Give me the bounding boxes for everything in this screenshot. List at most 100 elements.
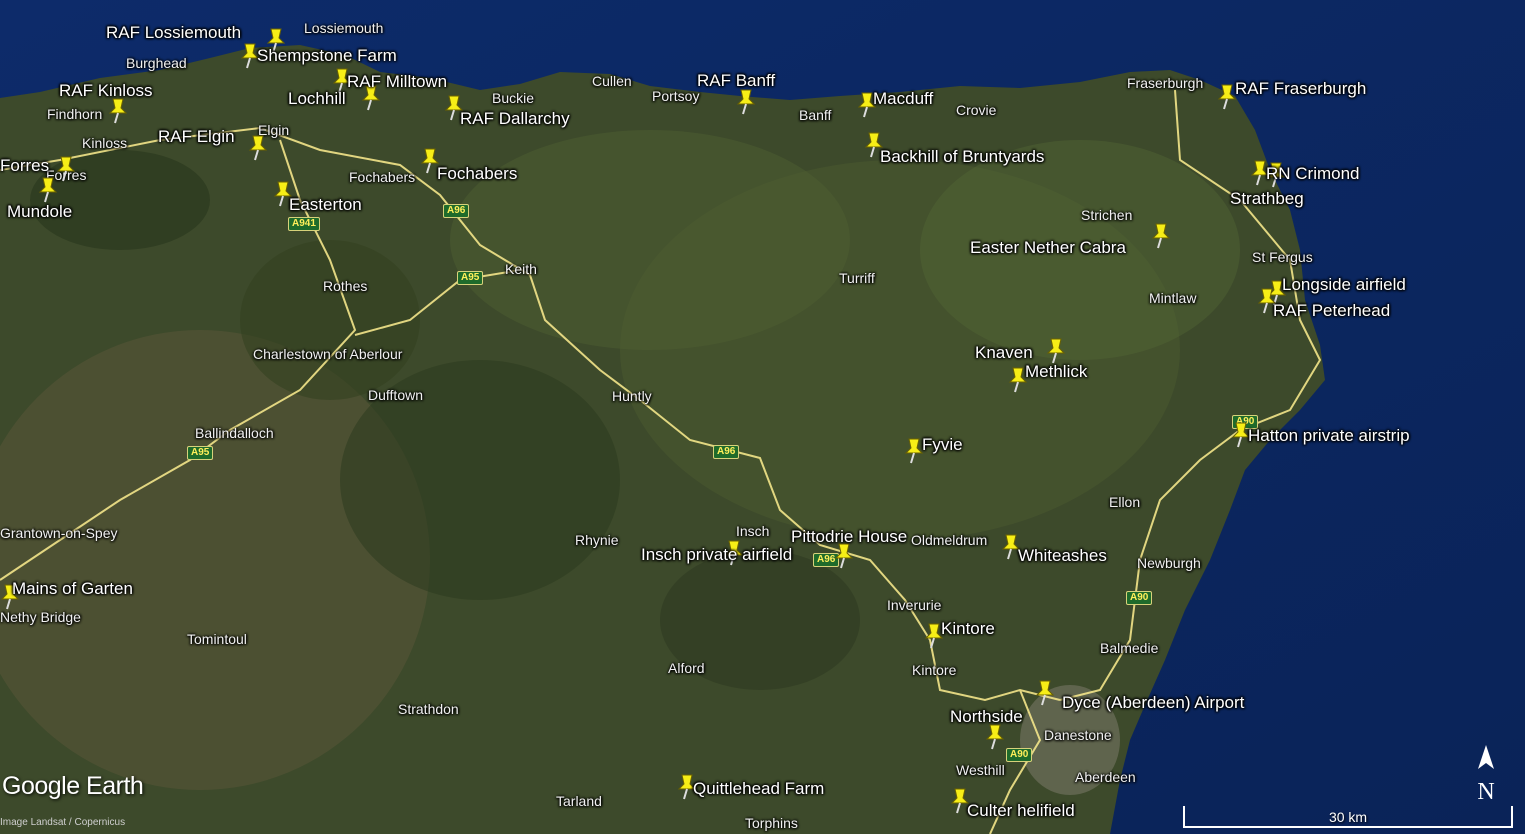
town-label: Cullen xyxy=(592,73,632,89)
north-arrow-icon: N xyxy=(1472,745,1500,805)
placemark-label[interactable]: RAF Lossiemouth xyxy=(106,24,241,41)
satellite-map[interactable] xyxy=(0,0,1525,834)
town-label: Grantown-on-Spey xyxy=(0,525,118,541)
placemark-label[interactable]: Mundole xyxy=(7,203,72,220)
town-label: Buckie xyxy=(492,90,535,106)
terrain-patch xyxy=(450,130,850,350)
placemark-label[interactable]: Easterton xyxy=(289,196,362,213)
town-label: Rhynie xyxy=(575,532,619,548)
town-label: Kintore xyxy=(912,662,957,678)
placemark-label[interactable]: Culter helifield xyxy=(967,802,1075,819)
imagery-credit: Image Landsat / Copernicus xyxy=(0,817,126,828)
town-label: Charlestown of Aberlour xyxy=(253,346,403,362)
pushpin-icon[interactable] xyxy=(108,98,128,124)
town-label: Strichen xyxy=(1081,207,1133,223)
scale-bar: 30 km xyxy=(1183,806,1513,828)
pushpin-icon[interactable] xyxy=(1217,84,1237,110)
town-label: Findhorn xyxy=(47,106,103,122)
town-label: Turriff xyxy=(839,270,875,286)
town-label: Aberdeen xyxy=(1075,769,1136,785)
mountain-patch xyxy=(240,240,420,400)
placemark-label[interactable]: Pittodrie House xyxy=(791,528,907,545)
placemark-label[interactable]: RAF Elgin xyxy=(158,128,235,145)
placemark-label[interactable]: Longside airfield xyxy=(1282,276,1406,293)
placemark-label[interactable]: RAF Kinloss xyxy=(59,82,153,99)
road-shield: A95 xyxy=(187,446,214,460)
town-label: Mintlaw xyxy=(1149,290,1197,306)
pushpin-icon[interactable] xyxy=(1046,338,1066,364)
placemark-label[interactable]: Dyce (Aberdeen) Airport xyxy=(1062,694,1244,711)
placemark-label[interactable]: RAF Fraserburgh xyxy=(1235,80,1366,97)
town-label: Inverurie xyxy=(887,597,942,613)
town-label: Rothes xyxy=(323,278,368,294)
placemark-label[interactable]: Forres xyxy=(0,157,49,174)
town-label: Dufftown xyxy=(368,387,423,403)
placemark-label[interactable]: Mains of Garten xyxy=(12,580,133,597)
placemark-label[interactable]: RAF Peterhead xyxy=(1273,302,1390,319)
placemark-label[interactable]: Methlick xyxy=(1025,363,1087,380)
scale-label: 30 km xyxy=(1328,809,1368,825)
pushpin-icon[interactable] xyxy=(56,156,76,182)
arrow-up-icon xyxy=(1478,745,1494,769)
town-label: St Fergus xyxy=(1252,249,1313,265)
placemark-label[interactable]: Macduff xyxy=(873,90,933,107)
town-label: Balmedie xyxy=(1100,640,1159,656)
placemark-label[interactable]: Backhill of Bruntyards xyxy=(880,148,1044,165)
pushpin-icon[interactable] xyxy=(1035,680,1055,706)
town-label: Fraserburgh xyxy=(1127,75,1204,91)
pushpin-icon[interactable] xyxy=(834,543,854,569)
road-shield: A90 xyxy=(1006,748,1033,762)
town-label: Torphins xyxy=(745,815,798,831)
road-shield: A941 xyxy=(288,217,320,231)
placemark-label[interactable]: RAF Milltown xyxy=(347,73,447,90)
placemark-label[interactable]: Easter Nether Cabra xyxy=(970,239,1126,256)
town-label: Danestone xyxy=(1044,727,1112,743)
placemark-label[interactable]: Quittlehead Farm xyxy=(693,780,824,797)
placemark-label[interactable]: Shempstone Farm xyxy=(257,47,397,64)
road-shield: A90 xyxy=(1126,591,1153,605)
town-label: Tomintoul xyxy=(187,631,247,647)
placemark-label[interactable]: Hatton private airstrip xyxy=(1248,427,1410,444)
town-label: Huntly xyxy=(612,388,652,404)
town-label: Keith xyxy=(505,261,537,277)
town-label: Ellon xyxy=(1109,494,1141,510)
placemark-label[interactable]: Northside xyxy=(950,708,1023,725)
pushpin-icon[interactable] xyxy=(38,177,58,203)
placemark-label[interactable]: Fyvie xyxy=(922,436,963,453)
placemark-label[interactable]: RAF Banff xyxy=(697,72,775,89)
town-label: Banff xyxy=(799,107,832,123)
town-label: Nethy Bridge xyxy=(0,609,81,625)
placemark-label[interactable]: Whiteashes xyxy=(1018,547,1107,564)
placemark-label[interactable]: Insch private airfield xyxy=(641,546,792,563)
pushpin-icon[interactable] xyxy=(904,438,924,464)
placemark-label[interactable]: Fochabers xyxy=(437,165,517,182)
town-label: Tarland xyxy=(556,793,602,809)
town-label: Newburgh xyxy=(1137,555,1201,571)
pushpin-icon[interactable] xyxy=(1151,223,1171,249)
town-label: Fochabers xyxy=(349,169,416,185)
town-label: Westhill xyxy=(956,762,1005,778)
town-label: Kinloss xyxy=(82,135,128,151)
placemark-label[interactable]: Strathbeg xyxy=(1230,190,1304,207)
placemark-label[interactable]: Lochhill xyxy=(288,90,346,107)
town-label: Ballindalloch xyxy=(195,425,274,441)
town-label: Burghead xyxy=(126,55,187,71)
road-shield: A95 xyxy=(457,271,484,285)
road-shield: A96 xyxy=(713,445,740,459)
pushpin-icon[interactable] xyxy=(736,89,756,115)
pushpin-icon[interactable] xyxy=(985,724,1005,750)
google-earth-logo: Google Earth xyxy=(2,772,144,800)
placemark-label[interactable]: Knaven xyxy=(975,344,1033,361)
placemark-label[interactable]: RAF Dallarchy xyxy=(460,110,570,127)
placemark-label[interactable]: RN Crimond xyxy=(1266,165,1360,182)
north-label: N xyxy=(1477,779,1495,805)
town-label: Alford xyxy=(668,660,705,676)
town-label: Insch xyxy=(736,523,770,539)
town-label: Strathdon xyxy=(398,701,459,717)
placemark-label[interactable]: Kintore xyxy=(941,620,995,637)
town-label: Crovie xyxy=(956,102,997,118)
road-shield: A96 xyxy=(443,204,470,218)
pushpin-icon[interactable] xyxy=(248,135,268,161)
town-label: Lossiemouth xyxy=(304,20,384,36)
town-label: Portsoy xyxy=(652,88,700,104)
